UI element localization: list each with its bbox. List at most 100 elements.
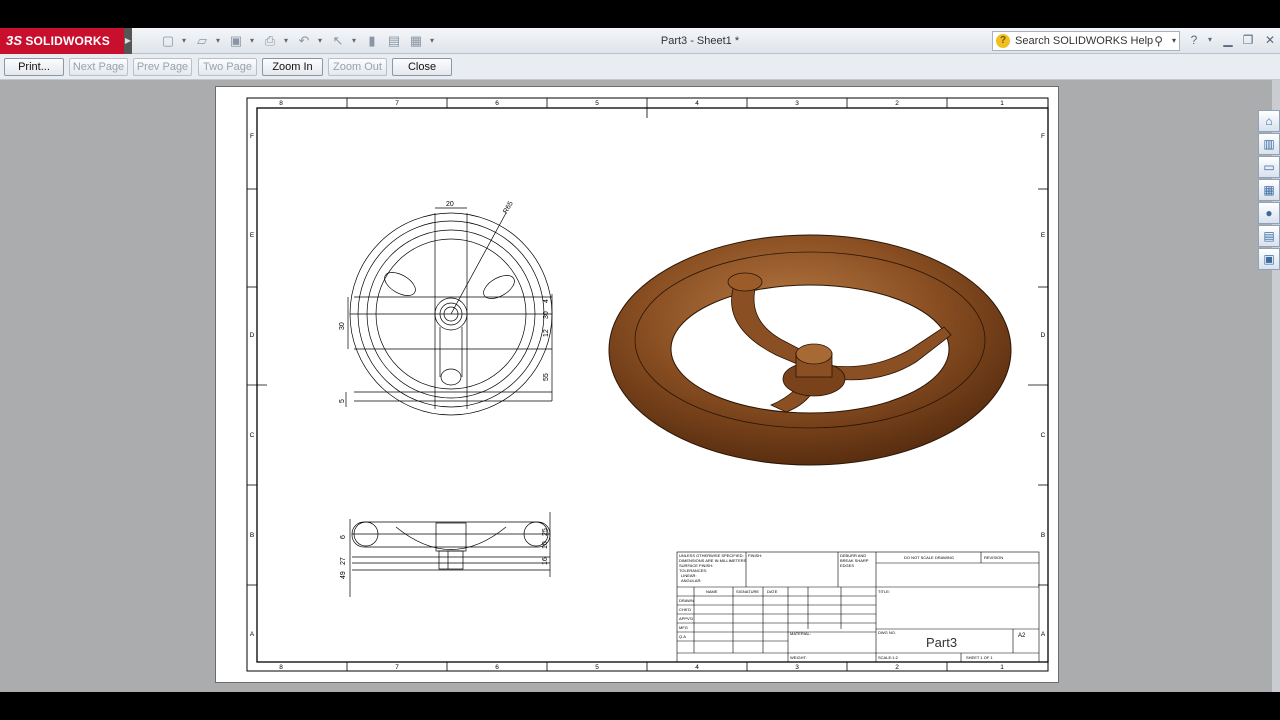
menu-flyout-arrow-icon[interactable]: ▶: [124, 28, 132, 54]
dim-side-right-1: 25: [542, 528, 549, 536]
tb-material: MATERIAL:: [790, 631, 811, 636]
isometric-wheel-view: [608, 234, 1012, 466]
zone-col-label: 2: [895, 100, 899, 107]
help-icon[interactable]: ?: [1186, 32, 1202, 48]
letterbox-bottom: [0, 692, 1280, 720]
undo-icon[interactable]: ↶: [296, 33, 312, 49]
zone-row-label: F: [1041, 133, 1045, 140]
close-icon[interactable]: ✕: [1262, 32, 1278, 48]
chevron-down-icon[interactable]: ▾: [1172, 32, 1176, 50]
tb-row: DRAWN: [679, 598, 694, 603]
zone-col-label: 5: [595, 664, 599, 671]
drawing-sheet: 8 7 6 5 4 3 2 1 8 7 6 5 4 3 2 1 F E D C …: [215, 86, 1059, 683]
home-icon[interactable]: ⌂: [1258, 110, 1280, 132]
tb-col-name: NAME: [706, 589, 718, 594]
chevron-down-icon[interactable]: ▾: [430, 33, 436, 49]
tb-col-signature: SIGNATURE: [736, 589, 759, 594]
brand-name: SOLIDWORKS: [25, 34, 110, 48]
dim-bottom-offset: 5: [339, 399, 346, 403]
zone-col-label: 6: [495, 100, 499, 107]
chevron-down-icon[interactable]: ▾: [182, 33, 188, 49]
tb-weight: WEIGHT:: [790, 655, 807, 660]
custom-properties-icon[interactable]: ▤: [1258, 225, 1280, 247]
chevron-down-icon[interactable]: ▾: [318, 33, 324, 49]
restore-icon[interactable]: ❐: [1240, 32, 1256, 48]
zone-col-label: 3: [795, 664, 799, 671]
design-library-icon[interactable]: ▥: [1258, 133, 1280, 155]
zone-col-label: 8: [279, 664, 283, 671]
forum-icon[interactable]: ▣: [1258, 248, 1280, 270]
print-icon[interactable]: ⎙: [262, 33, 278, 49]
dim-radius: R65: [502, 200, 515, 215]
print-button[interactable]: Print...: [4, 58, 64, 76]
tb-revision: REVISION: [984, 555, 1003, 560]
dim-side-left-1: 6: [340, 535, 347, 539]
app-window: 3S SOLIDWORKS ▶ ▢ ▾ ▱ ▾ ▣ ▾ ⎙ ▾ ↶ ▾ ↖ ▾ ▮ ▤ ▦ ▾ …: [0, 0, 1280, 720]
select-icon[interactable]: ↖: [330, 33, 346, 49]
prev-page-button[interactable]: Prev Page: [133, 58, 192, 76]
tb-do-not-scale: DO NOT SCALE DRAWING: [904, 555, 954, 560]
zone-row-label: A: [250, 631, 255, 638]
zoom-in-button[interactable]: Zoom In: [262, 58, 323, 76]
zone-col-label: 4: [695, 664, 699, 671]
tb-row: CHK'D: [679, 607, 691, 612]
chevron-down-icon[interactable]: ▾: [1202, 32, 1218, 48]
tb-row: Q.A: [679, 634, 686, 639]
minimize-icon[interactable]: ▁: [1220, 32, 1236, 48]
zone-col-label: 3: [795, 100, 799, 107]
tb-dwg-no: DWG NO.: [878, 630, 896, 635]
letterbox-top: [0, 0, 1280, 28]
zone-row-label: E: [1041, 232, 1046, 239]
file-properties-icon[interactable]: ▤: [386, 33, 402, 49]
save-icon[interactable]: ▣: [228, 33, 244, 49]
tb-part-name: Part3: [926, 635, 957, 650]
chevron-down-icon[interactable]: ▾: [284, 33, 290, 49]
solidworks-logo[interactable]: 3S SOLIDWORKS: [0, 28, 124, 54]
close-button[interactable]: Close: [392, 58, 452, 76]
zone-col-label: 7: [395, 100, 399, 107]
dim-side-right-3: 16: [542, 557, 549, 565]
dim-right-4: 55: [543, 373, 550, 381]
zoom-out-button[interactable]: Zoom Out: [328, 58, 387, 76]
title-block-text: UNLESS OTHERWISE SPECIFIED: DIMENSIONS A…: [679, 553, 1026, 660]
dim-left-height: 30: [339, 322, 346, 330]
tb-row: MFG: [679, 625, 688, 630]
chevron-down-icon[interactable]: ▾: [216, 33, 222, 49]
tb-title-label: TITLE:: [878, 589, 890, 594]
title-bar: 3S SOLIDWORKS ▶ ▢ ▾ ▱ ▾ ▣ ▾ ⎙ ▾ ↶ ▾ ↖ ▾ ▮ ▤ ▦ ▾ …: [0, 28, 1280, 54]
options-icon[interactable]: ▦: [408, 33, 424, 49]
tb-note: ANGULAR:: [681, 578, 701, 583]
dim-side-left-2: 27: [340, 557, 347, 565]
zone-row-label: F: [250, 133, 254, 140]
zone-row-label: B: [250, 532, 254, 539]
chevron-down-icon[interactable]: ▾: [250, 33, 256, 49]
view-palette-icon[interactable]: ▦: [1258, 179, 1280, 201]
dim-side-right-2: 10: [542, 541, 549, 549]
help-bulb-icon: ?: [996, 34, 1010, 48]
open-icon[interactable]: ▱: [194, 33, 210, 49]
spoke-joint: [727, 272, 763, 292]
tb-finish: FINISH:: [748, 553, 762, 558]
dim-right-1: 4: [543, 299, 550, 303]
zone-col-label: 5: [595, 100, 599, 107]
tb-col-date: DATE: [767, 589, 778, 594]
drawing-canvas: 8 7 6 5 4 3 2 1 8 7 6 5 4 3 2 1 F E D C …: [246, 97, 1049, 672]
tb-deburr: EDGES: [840, 563, 854, 568]
tb-row: APPV'D: [679, 616, 693, 621]
zone-col-label: 6: [495, 664, 499, 671]
search-icon[interactable]: ⚲: [1154, 32, 1163, 50]
file-explorer-icon[interactable]: ▭: [1258, 156, 1280, 178]
appearances-icon[interactable]: ●: [1258, 202, 1280, 224]
dim-side-left-3: 49: [340, 571, 347, 579]
next-page-button[interactable]: Next Page: [69, 58, 128, 76]
chevron-down-icon[interactable]: ▾: [352, 33, 358, 49]
new-icon[interactable]: ▢: [160, 33, 176, 49]
two-page-button[interactable]: Two Page: [198, 58, 257, 76]
help-search-input[interactable]: ? Search SOLIDWORKS Help ⚲ ▾: [992, 31, 1180, 51]
rebuild-icon[interactable]: ▮: [364, 33, 380, 49]
tb-scale: SCALE:1:2: [878, 655, 899, 660]
front-view-dimensions: 20 R65 30 5 4 30 12 55: [339, 200, 550, 403]
dim-right-2: 30: [543, 311, 550, 319]
zone-row-label: C: [250, 432, 255, 439]
task-pane-tabs: ⌂ ▥ ▭ ▦ ● ▤ ▣: [1258, 110, 1280, 270]
